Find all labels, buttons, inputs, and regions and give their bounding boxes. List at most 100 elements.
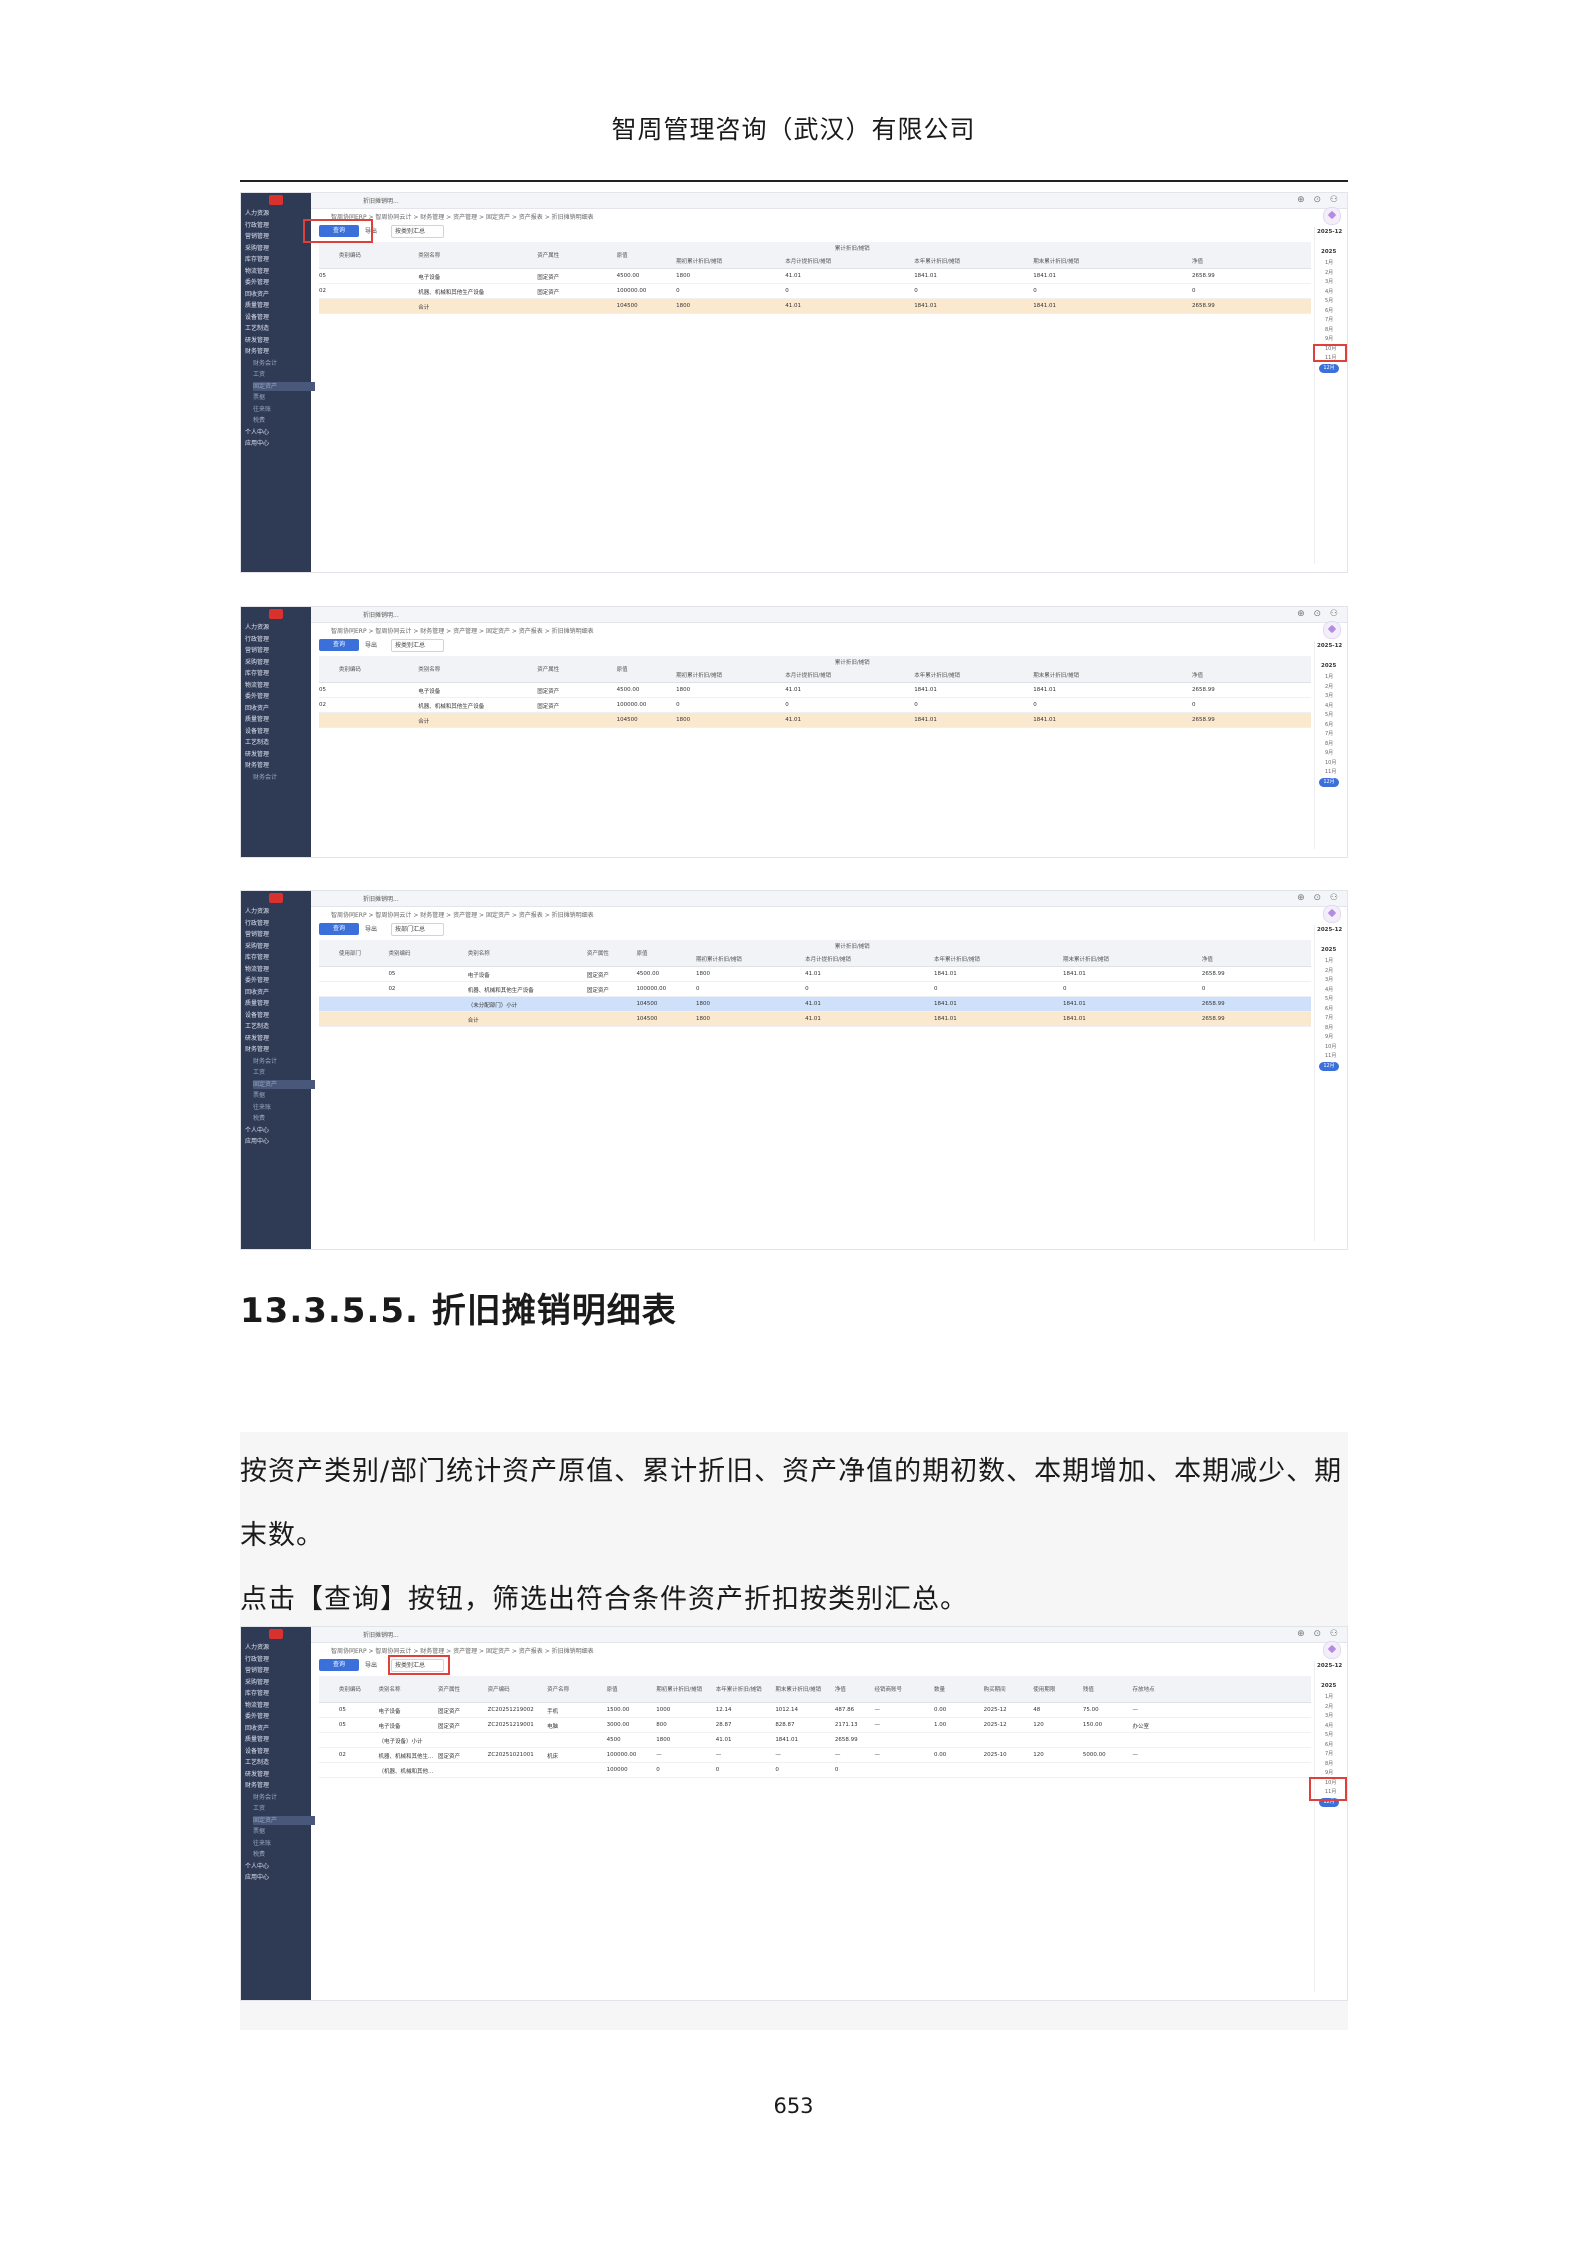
sidebar-item[interactable]: 库存管理 (245, 669, 269, 678)
period-month[interactable]: 9月 (1325, 749, 1333, 756)
sidebar-item[interactable]: 库存管理 (245, 255, 269, 264)
period-month[interactable]: 6月 (1325, 307, 1333, 314)
sidebar-item[interactable]: 物流管理 (245, 267, 269, 276)
sidebar-subitem[interactable]: 工资 (253, 1804, 265, 1813)
sidebar-item[interactable]: 人力资源 (245, 623, 269, 632)
sidebar-item[interactable]: 个人中心 (245, 428, 269, 437)
sidebar-item[interactable]: 研发管理 (245, 750, 269, 759)
query-button[interactable]: 查询 (319, 923, 359, 935)
sidebar-item[interactable]: 库存管理 (245, 953, 269, 962)
sidebar-item[interactable]: 质量管理 (245, 301, 269, 310)
period-month[interactable]: 8月 (1325, 1760, 1333, 1767)
sidebar-item[interactable]: 委外管理 (245, 278, 269, 287)
sidebar-item[interactable]: 质量管理 (245, 1735, 269, 1744)
assistant-icon[interactable] (1323, 905, 1341, 923)
period-month[interactable]: 7月 (1325, 730, 1333, 737)
group-select[interactable]: 按类别汇总 (391, 639, 444, 652)
sidebar-item[interactable]: 回收资产 (245, 704, 269, 713)
period-month[interactable]: 4月 (1325, 1722, 1333, 1729)
period-month[interactable]: 3月 (1325, 278, 1333, 285)
sidebar-subitem[interactable]: 固定资产 (253, 1079, 315, 1089)
sidebar-item[interactable]: 营销管理 (245, 930, 269, 939)
period-month[interactable]: 1月 (1325, 259, 1333, 266)
period-month[interactable]: 8月 (1325, 326, 1333, 333)
table-row[interactable]: 05 电子设备 固定资产 ZC20251219002 手机 1500.00 1000 12.1… (319, 1703, 1311, 1718)
period-selector[interactable]: 2025-12 2025 1月 2月 3月 4月 5月 6月 7月 8月 9月 10月 11月 12月 (1314, 621, 1345, 849)
sidebar-item[interactable]: 财务管理 (245, 1045, 269, 1054)
table-row[interactable]: 05 电子设备 固定资产 4500.00 1800 41.01 1841.01 1841.01… (319, 683, 1311, 698)
period-month[interactable]: 5月 (1325, 1731, 1333, 1738)
period-selector[interactable]: 2025-12 2025 1月 2月 3月 4月 5月 6月 7月 8月 9月 10月 11月 12月 (1314, 207, 1345, 564)
period-month[interactable]: 5月 (1325, 297, 1333, 304)
sidebar-item[interactable]: 设备管理 (245, 1011, 269, 1020)
period-month[interactable]: 2月 (1325, 269, 1333, 276)
sidebar-subitem[interactable]: 财务会计 (253, 1057, 277, 1066)
sidebar-subitem[interactable]: 往来账 (253, 405, 271, 414)
sidebar-item[interactable]: 物流管理 (245, 681, 269, 690)
sidebar-item[interactable]: 研发管理 (245, 1770, 269, 1779)
sidebar-item[interactable]: 库存管理 (245, 1689, 269, 1698)
period-month[interactable]: 10月 (1325, 759, 1336, 766)
sidebar-item[interactable]: 人力资源 (245, 907, 269, 916)
period-month[interactable]: 9月 (1325, 335, 1333, 342)
sidebar-item[interactable]: 个人中心 (245, 1126, 269, 1135)
period-month[interactable]: 6月 (1325, 1741, 1333, 1748)
export-button[interactable]: 导出 (365, 640, 377, 649)
period-month[interactable]: 9月 (1325, 1769, 1333, 1776)
sidebar-subitem[interactable]: 往来账 (253, 1103, 271, 1112)
period-month[interactable]: 5月 (1325, 711, 1333, 718)
sidebar-item[interactable]: 研发管理 (245, 336, 269, 345)
sidebar-item[interactable]: 财务管理 (245, 1781, 269, 1790)
table-row[interactable]: （未分配部门）小计 104500 1800 41.01 1841.01 1841.01 26… (319, 997, 1311, 1012)
sidebar-item[interactable]: 人力资源 (245, 1643, 269, 1652)
period-month[interactable]: 3月 (1325, 692, 1333, 699)
sidebar-item[interactable]: 质量管理 (245, 715, 269, 724)
period-month[interactable]: 9月 (1325, 1033, 1333, 1040)
sidebar-item[interactable]: 回收资产 (245, 290, 269, 299)
sidebar-item[interactable]: 质量管理 (245, 999, 269, 1008)
sidebar-item[interactable]: 工艺制造 (245, 1022, 269, 1031)
sidebar-item[interactable]: 委外管理 (245, 692, 269, 701)
period-month[interactable]: 2月 (1325, 683, 1333, 690)
export-button[interactable]: 导出 (365, 1660, 377, 1669)
sidebar-subitem[interactable]: 往来账 (253, 1839, 271, 1848)
period-month[interactable]: 1月 (1325, 1693, 1333, 1700)
table-row[interactable]: 05 电子设备 固定资产 4500.00 1800 41.01 1841.01 1841.01… (319, 967, 1311, 982)
period-month-selected[interactable]: 12月 (1319, 363, 1339, 373)
assistant-icon[interactable] (1323, 1641, 1341, 1659)
sidebar-subitem[interactable]: 固定资产 (253, 1815, 315, 1825)
sidebar-item[interactable]: 行政管理 (245, 221, 269, 230)
sidebar-subitem[interactable]: 税费 (253, 1850, 265, 1859)
toolbar-icons[interactable]: ⊕ ⊙ ⚇ (1297, 195, 1341, 205)
toolbar-icons[interactable]: ⊕ ⊙ ⚇ (1297, 609, 1341, 619)
tab-depreciation[interactable]: 折旧摊销明... (363, 894, 399, 903)
period-month[interactable]: 4月 (1325, 986, 1333, 993)
sidebar-item[interactable]: 研发管理 (245, 1034, 269, 1043)
assistant-icon[interactable] (1323, 621, 1341, 639)
sidebar-item[interactable]: 物流管理 (245, 1701, 269, 1710)
sidebar-item[interactable]: 行政管理 (245, 635, 269, 644)
table-row[interactable]: 合计 104500 1800 41.01 1841.01 1841.01 2658.99 (319, 299, 1311, 314)
period-month[interactable]: 2月 (1325, 1703, 1333, 1710)
period-month[interactable]: 8月 (1325, 740, 1333, 747)
sidebar-item[interactable]: 回收资产 (245, 988, 269, 997)
sidebar-item[interactable]: 营销管理 (245, 232, 269, 241)
assistant-icon[interactable] (1323, 207, 1341, 225)
table-row[interactable]: （电子设备）小计 4500 1800 41.01 1841.01 2658.99 (319, 1733, 1311, 1748)
period-month[interactable]: 2月 (1325, 967, 1333, 974)
table-row[interactable]: 合计 104500 1800 41.01 1841.01 1841.01 2658.99 (319, 1012, 1311, 1027)
group-select[interactable]: 按部门汇总 (391, 923, 444, 936)
period-month-selected[interactable]: 12月 (1319, 1061, 1339, 1071)
sidebar-subitem[interactable]: 财务会计 (253, 1793, 277, 1802)
table-row[interactable]: 02 机器、机械和其他生产设备 固定资产 100000.00 0 0 0 0 0 (319, 698, 1311, 713)
sidebar-item[interactable]: 行政管理 (245, 919, 269, 928)
query-button[interactable]: 查询 (319, 639, 359, 651)
period-month[interactable]: 4月 (1325, 288, 1333, 295)
sidebar-item[interactable]: 委外管理 (245, 976, 269, 985)
period-month[interactable]: 10月 (1325, 1043, 1336, 1050)
sidebar-item[interactable]: 工艺制造 (245, 1758, 269, 1767)
period-year[interactable]: 2025 (1321, 249, 1336, 255)
table-row[interactable]: 02 机器、机械和其他生产设备 固定资产 100000.00 0 0 0 0 0 (319, 982, 1311, 997)
period-year[interactable]: 2025 (1321, 1683, 1336, 1689)
sidebar-subitem[interactable]: 税费 (253, 416, 265, 425)
